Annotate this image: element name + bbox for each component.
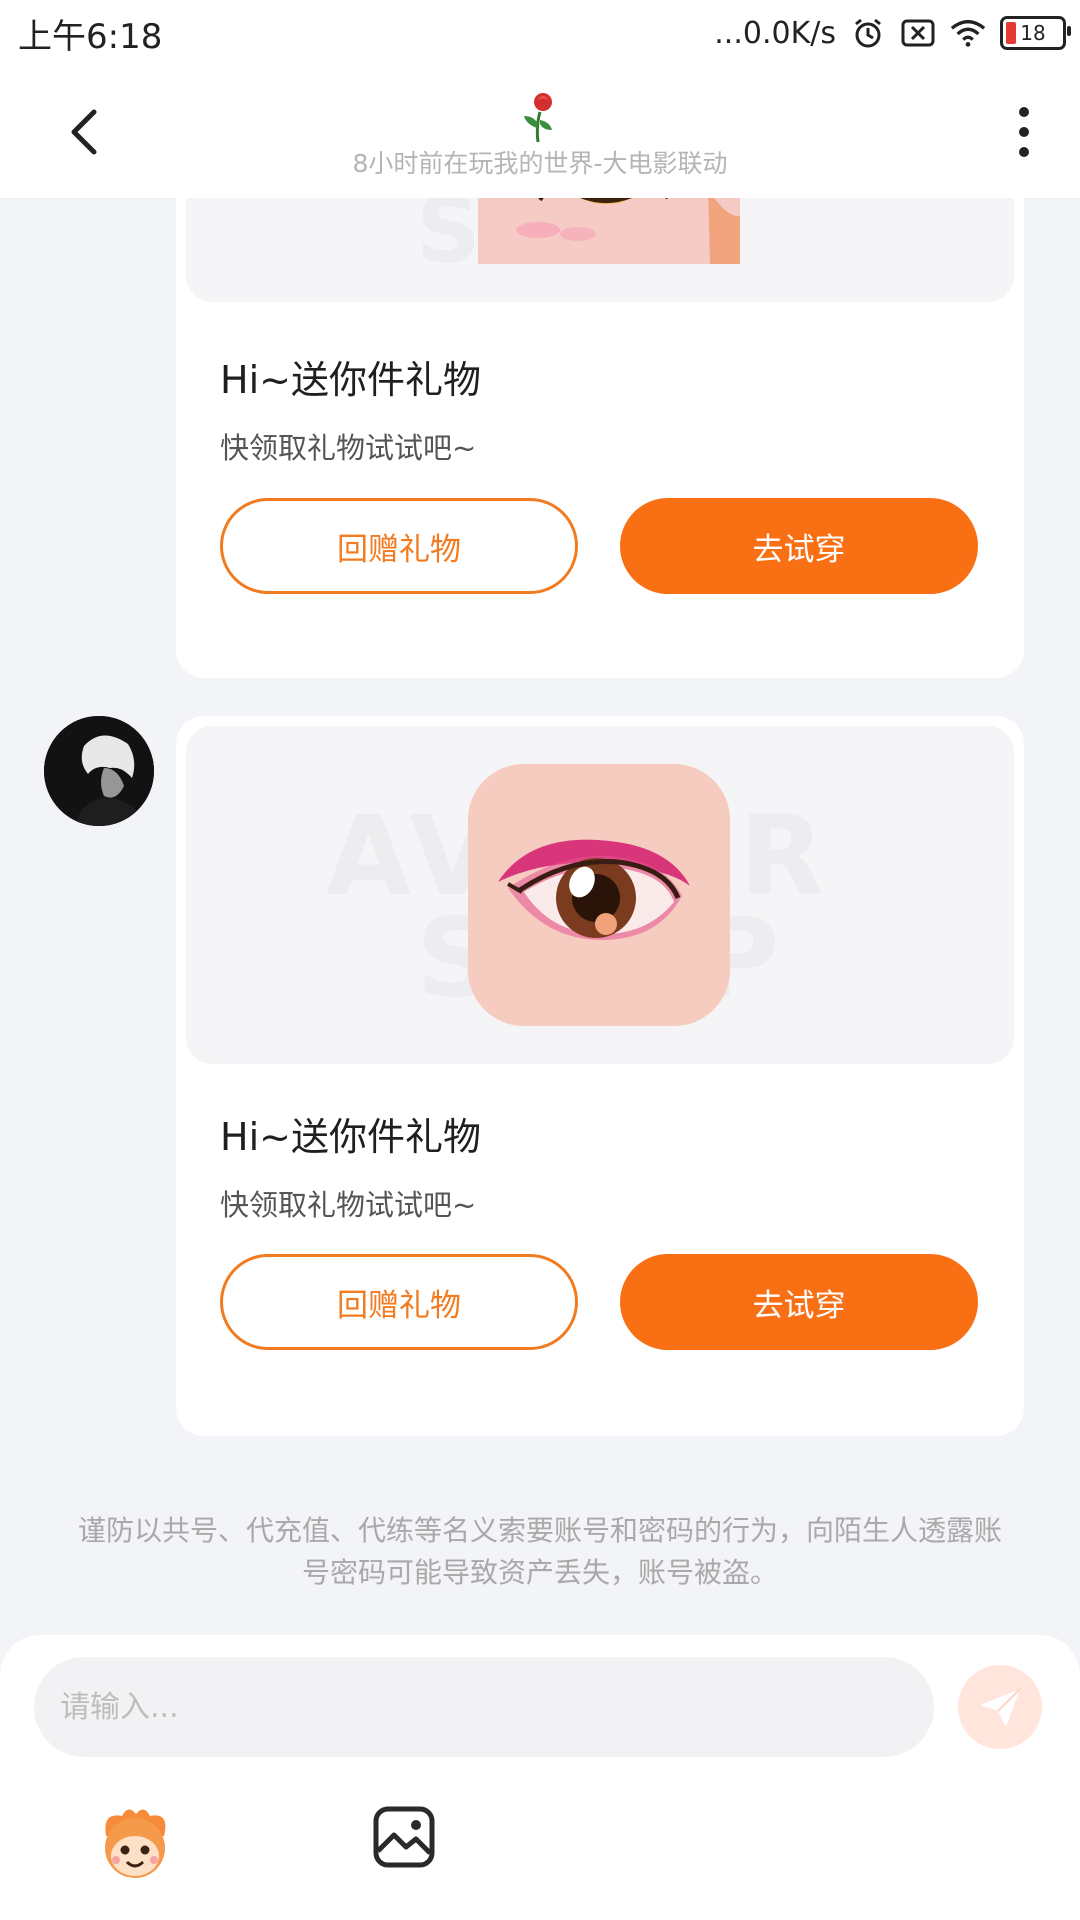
gift-message-card: SHOP Hi~送你件礼物 快领取礼物试试吧~ 回赠礼物 去试穿 — [176, 198, 1024, 678]
more-vertical-icon[interactable] — [1004, 102, 1044, 162]
message-input[interactable] — [34, 1657, 934, 1757]
send-button[interactable] — [958, 1665, 1042, 1749]
chat-messages[interactable]: SHOP Hi~送你件礼物 快领取礼物试试吧~ 回赠礼物 去试穿 — [0, 198, 1080, 1635]
user-status-subtitle: 8小时前在玩我的世界-大电影联动 — [352, 149, 728, 178]
status-bar: 上午6:18 ...0.0K/s 18 — [0, 0, 1080, 66]
input-bar — [0, 1635, 1080, 1920]
avatar[interactable] — [44, 716, 154, 826]
emoji-sticker-icon[interactable] — [94, 1802, 176, 1884]
rose-icon — [510, 86, 570, 146]
gift-image-area: AVATAR SHOP — [186, 726, 1014, 1064]
network-speed: ...0.0K/s — [714, 15, 836, 51]
battery-level: 18 — [1020, 21, 1046, 45]
battery-icon: 18 — [1000, 16, 1071, 50]
try-on-button[interactable]: 去试穿 — [620, 1254, 978, 1350]
status-right: ...0.0K/s 18 — [714, 15, 1071, 51]
try-on-button[interactable]: 去试穿 — [620, 498, 978, 594]
cat-eye-icon[interactable] — [478, 198, 740, 264]
return-gift-button[interactable]: 回赠礼物 — [220, 1254, 578, 1350]
alarm-icon — [850, 15, 886, 51]
gift-image-area: SHOP — [186, 198, 1014, 302]
send-icon — [980, 1688, 1021, 1727]
security-warning: 谨防以共号、代充值、代练等名义索要账号和密码的行为，向陌生人透露账号密码可能导致… — [77, 1514, 1002, 1589]
pink-eyeshadow-eye-icon[interactable] — [468, 764, 730, 1026]
status-time: 上午6:18 — [18, 16, 163, 57]
sim-disabled-icon — [900, 15, 936, 51]
gift-desc: 快领取礼物试试吧~ — [220, 431, 477, 465]
wifi-icon — [950, 15, 986, 51]
return-gift-button[interactable]: 回赠礼物 — [220, 498, 578, 594]
gift-title: Hi~送你件礼物 — [220, 1115, 481, 1159]
chat-header: 8小时前在玩我的世界-大电影联动 — [0, 66, 1080, 199]
gift-title: Hi~送你件礼物 — [220, 358, 481, 402]
image-gallery-icon[interactable] — [372, 1805, 436, 1869]
gift-message-card: AVATAR SHOP Hi~送你件礼物 快领取礼物试试吧~ 回赠礼物 — [176, 716, 1024, 1436]
gift-desc: 快领取礼物试试吧~ — [220, 1188, 477, 1222]
